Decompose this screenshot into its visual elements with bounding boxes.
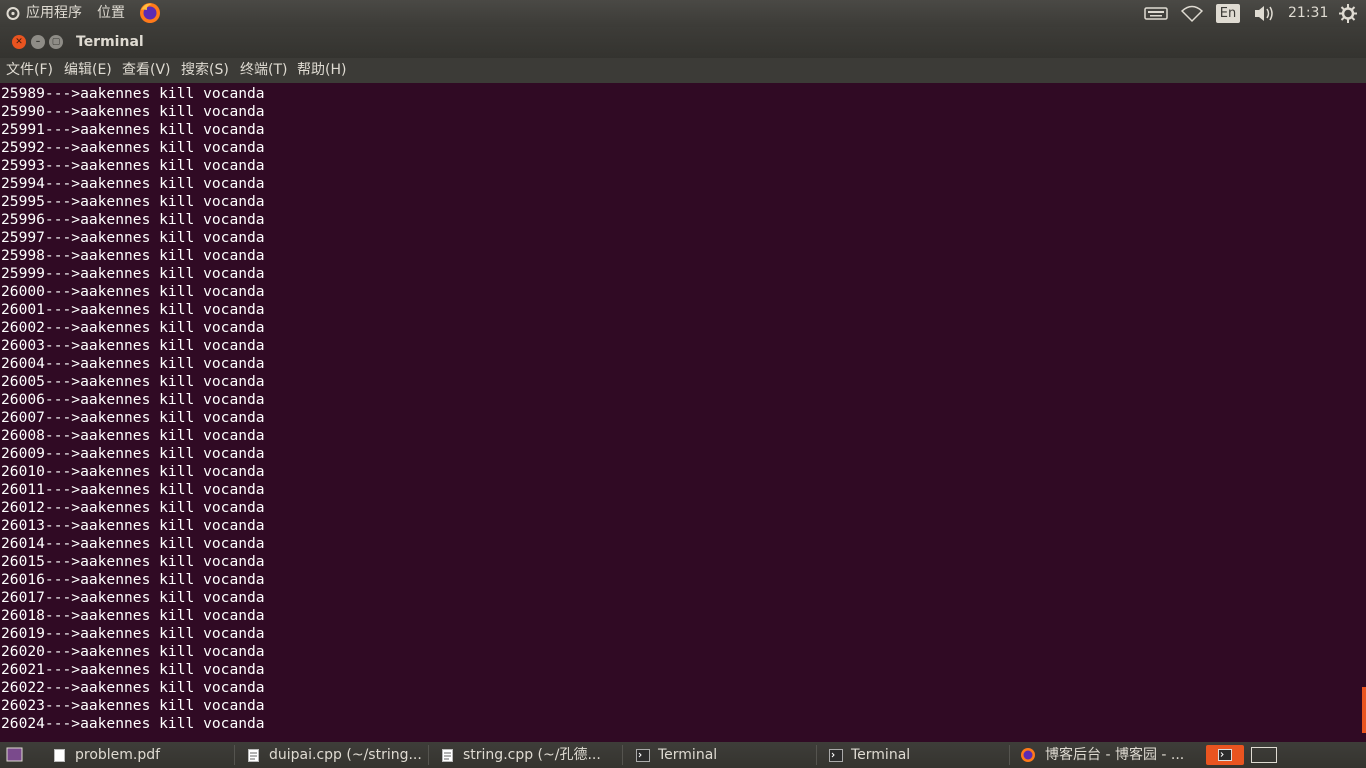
wifi-icon[interactable] (1180, 0, 1204, 27)
applications-menu[interactable]: 应用程序 (26, 0, 82, 27)
terminal-line: 25997--->aakennes kill vocanda (1, 229, 265, 246)
taskbar-item-label: problem.pdf (75, 747, 161, 763)
terminal-line: 26004--->aakennes kill vocanda (1, 355, 265, 372)
taskbar-item-problem-pdf[interactable]: problem.pdf (48, 742, 232, 768)
terminal-line: 26005--->aakennes kill vocanda (1, 373, 265, 390)
terminal-line: 26009--->aakennes kill vocanda (1, 445, 265, 462)
menu-bar: 文件(F) 编辑(E) 查看(V) 搜索(S) 终端(T) 帮助(H) (0, 58, 1366, 83)
terminal-line: 26012--->aakennes kill vocanda (1, 499, 265, 516)
terminal-line: 26015--->aakennes kill vocanda (1, 553, 265, 570)
terminal-line: 25992--->aakennes kill vocanda (1, 139, 265, 156)
clock[interactable]: 21:31 (1288, 0, 1328, 27)
taskbar-separator (1009, 745, 1010, 765)
terminal-icon (829, 749, 843, 762)
window-title: Terminal (76, 34, 144, 50)
terminal-line: 26013--->aakennes kill vocanda (1, 517, 265, 534)
taskbar-item-label: string.cpp (~/孔德... (463, 747, 601, 763)
scrollbar-indicator[interactable] (1362, 687, 1366, 733)
terminal-line: 26007--->aakennes kill vocanda (1, 409, 265, 426)
terminal-line: 26024--->aakennes kill vocanda (1, 715, 265, 732)
menu-edit[interactable]: 编辑(E) (64, 58, 112, 83)
menu-file[interactable]: 文件(F) (6, 58, 53, 83)
workspace-2[interactable] (1251, 747, 1277, 763)
keyboard-layout-indicator[interactable]: En (1216, 4, 1240, 23)
terminal-line: 25998--->aakennes kill vocanda (1, 247, 265, 264)
taskbar-item-duipai-cpp[interactable]: duipai.cpp (~/string... (242, 742, 426, 768)
maximize-button[interactable]: ▢ (49, 35, 63, 49)
terminal-icon (636, 749, 650, 762)
firefox-icon[interactable] (138, 0, 162, 27)
bottom-panel: problem.pdf duipai.cpp (~/string... stri… (0, 742, 1366, 768)
keyboard-icon[interactable] (1144, 0, 1168, 27)
terminal-line: 25993--->aakennes kill vocanda (1, 157, 265, 174)
terminal-line: 26003--->aakennes kill vocanda (1, 337, 265, 354)
terminal-line: 26008--->aakennes kill vocanda (1, 427, 265, 444)
terminal-output[interactable]: 25989--->aakennes kill vocanda 25990--->a… (0, 83, 1366, 742)
menu-help[interactable]: 帮助(H) (297, 58, 346, 83)
terminal-line: 25990--->aakennes kill vocanda (1, 103, 265, 120)
window-title-bar[interactable]: ✕ – ▢ Terminal (0, 27, 1366, 58)
taskbar-item-string-cpp[interactable]: string.cpp (~/孔德... (436, 742, 620, 768)
ubuntu-logo-icon[interactable] (6, 0, 20, 27)
terminal-line: 26014--->aakennes kill vocanda (1, 535, 265, 552)
taskbar-item-terminal-1[interactable]: Terminal (630, 742, 814, 768)
terminal-icon (1218, 749, 1232, 761)
places-menu[interactable]: 位置 (97, 0, 125, 27)
terminal-line: 26002--->aakennes kill vocanda (1, 319, 265, 336)
terminal-line: 26020--->aakennes kill vocanda (1, 643, 265, 660)
terminal-line: 26006--->aakennes kill vocanda (1, 391, 265, 408)
taskbar-item-label: 博客后台 - 博客园 - ... (1045, 747, 1185, 763)
menu-terminal[interactable]: 终端(T) (240, 58, 287, 83)
terminal-line: 26023--->aakennes kill vocanda (1, 697, 265, 714)
text-editor-icon (442, 749, 453, 762)
terminal-line: 26021--->aakennes kill vocanda (1, 661, 265, 678)
menu-view[interactable]: 查看(V) (122, 58, 171, 83)
document-icon (54, 749, 65, 762)
terminal-line: 26000--->aakennes kill vocanda (1, 283, 265, 300)
taskbar-item-terminal-2[interactable]: Terminal (823, 742, 1007, 768)
terminal-line: 26017--->aakennes kill vocanda (1, 589, 265, 606)
terminal-line: 26018--->aakennes kill vocanda (1, 607, 265, 624)
taskbar-item-label: duipai.cpp (~/string... (269, 747, 422, 763)
menu-search[interactable]: 搜索(S) (181, 58, 229, 83)
taskbar-separator (428, 745, 429, 765)
terminal-line: 26019--->aakennes kill vocanda (1, 625, 265, 642)
terminal-line: 26001--->aakennes kill vocanda (1, 301, 265, 318)
terminal-line: 26011--->aakennes kill vocanda (1, 481, 265, 498)
terminal-line: 25999--->aakennes kill vocanda (1, 265, 265, 282)
terminal-line: 26016--->aakennes kill vocanda (1, 571, 265, 588)
taskbar-item-label: Terminal (658, 747, 718, 763)
terminal-line: 25991--->aakennes kill vocanda (1, 121, 265, 138)
terminal-line: 25996--->aakennes kill vocanda (1, 211, 265, 228)
show-desktop-button[interactable] (6, 742, 26, 768)
terminal-line: 25995--->aakennes kill vocanda (1, 193, 265, 210)
text-editor-icon (248, 749, 259, 762)
firefox-icon (1021, 748, 1035, 762)
terminal-lines: 25989--->aakennes kill vocanda 25990--->a… (1, 85, 265, 733)
power-gear-icon[interactable] (1338, 0, 1358, 27)
taskbar-item-label: Terminal (851, 747, 911, 763)
workspace-1-active[interactable] (1206, 745, 1244, 765)
minimize-button[interactable]: – (31, 35, 45, 49)
taskbar-separator (816, 745, 817, 765)
terminal-line: 26010--->aakennes kill vocanda (1, 463, 265, 480)
close-button[interactable]: ✕ (12, 35, 26, 49)
taskbar-separator (234, 745, 235, 765)
terminal-line: 25989--->aakennes kill vocanda (1, 85, 265, 102)
terminal-line: 26022--->aakennes kill vocanda (1, 679, 265, 696)
taskbar-separator (622, 745, 623, 765)
terminal-line: 25994--->aakennes kill vocanda (1, 175, 265, 192)
taskbar-item-firefox-blog[interactable]: 博客后台 - 博客园 - ... (1016, 742, 1202, 768)
top-panel: 应用程序 位置 En 21:31 (0, 0, 1366, 27)
volume-icon[interactable] (1253, 0, 1275, 27)
